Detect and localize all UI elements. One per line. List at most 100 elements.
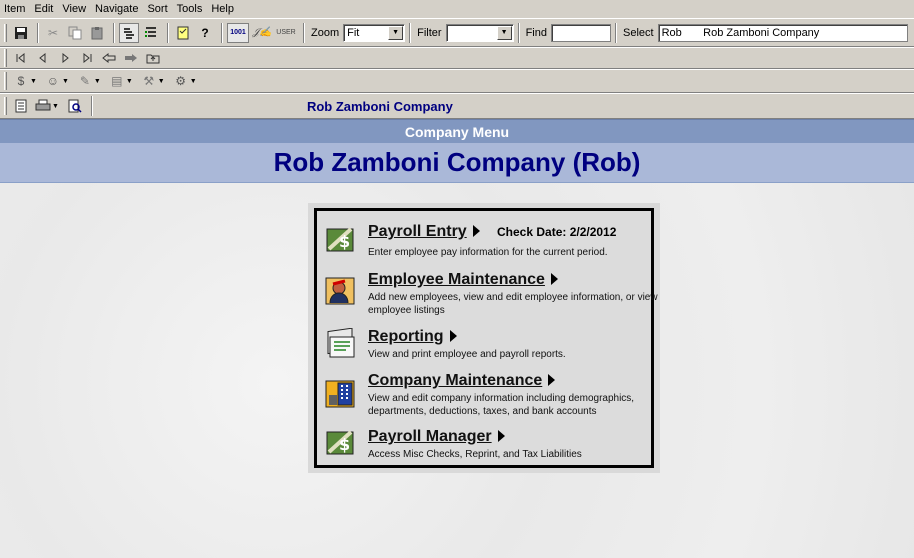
menu-item-employee-maintenance[interactable]: Employee Maintenance Add new employees, … (325, 271, 658, 317)
utilities-icon[interactable]: ⚙ (171, 71, 191, 91)
toolbar-separator (167, 22, 169, 43)
menu-item-title[interactable]: Employee Maintenance (368, 271, 558, 289)
zoom-value: Fit (347, 26, 360, 39)
toolbar-separator (303, 22, 305, 43)
print-preview-icon[interactable] (65, 96, 85, 116)
help-icon[interactable]: ? (195, 23, 215, 43)
arrow-right-icon (548, 374, 556, 386)
report-icon (327, 328, 355, 358)
select-label: Select (622, 26, 654, 39)
print-toolbar: ▼ Rob Zamboni Company (0, 93, 914, 119)
up-folder-icon[interactable] (143, 48, 163, 68)
toolbar-separator (90, 96, 93, 116)
number-1001-button[interactable]: 1001 (227, 22, 249, 43)
company-building-icon (325, 380, 355, 408)
menu-item-company-maintenance[interactable]: Company Maintenance View and edit compan… (325, 372, 655, 418)
find-input[interactable] (550, 23, 611, 42)
cut-icon[interactable]: ✂ (43, 23, 63, 43)
menu-item-title[interactable]: Payroll Manager (368, 428, 505, 446)
chevron-down-icon[interactable]: ▼ (388, 25, 404, 40)
menu-bar: Item Edit View Navigate Sort Tools Help (0, 0, 914, 18)
main-toolbar: ✂ ? 1001 𝒥✍ USER Zoom Fit ▼ Filter ▼ Fin… (0, 18, 914, 47)
previous-record-icon[interactable] (33, 48, 53, 68)
chevron-down-icon[interactable]: ▼ (190, 78, 197, 85)
printer-icon[interactable] (33, 96, 53, 116)
menu-item-description: View and edit company information includ… (368, 393, 635, 417)
filter-select[interactable]: ▼ (445, 23, 514, 42)
payroll-manager-title[interactable]: Payroll Manager (368, 428, 492, 445)
menu-item-help[interactable]: Help (207, 0, 239, 18)
toolbar-grip[interactable] (4, 97, 7, 115)
toolbar-separator (517, 22, 520, 43)
modules-toolbar: $ ▼ ☺ ▼ ✎ ▼ ▤ ▼ ⚒ ▼ ⚙ ▼ (0, 69, 914, 93)
payroll-money-icon[interactable]: $ (11, 71, 31, 91)
menu-item-edit[interactable]: Edit (30, 0, 58, 18)
arrow-right-icon (449, 330, 457, 342)
check-date: Check Date: 2/2/2012 (497, 225, 617, 239)
menu-item-title[interactable]: Payroll Entry (368, 223, 480, 241)
toolbar-company-name: Rob Zamboni Company (306, 98, 453, 114)
company-maintenance-title[interactable]: Company Maintenance (368, 372, 542, 389)
chevron-down-icon[interactable]: ▼ (496, 25, 512, 40)
toolbar-grip[interactable] (4, 49, 7, 67)
employee-icon[interactable]: ☺ (43, 71, 63, 91)
menu-item-reporting[interactable]: Reporting View and print employee and pa… (325, 328, 655, 364)
menu-item-description: Enter employee pay information for the c… (368, 247, 608, 258)
back-arrow-icon[interactable] (99, 48, 119, 68)
navigation-toolbar (0, 47, 914, 69)
document-list-icon[interactable] (11, 96, 31, 116)
menu-item-item[interactable]: Item (0, 0, 30, 18)
menu-item-payroll-entry[interactable]: $ Payroll Entry Check Date: 2/2/2012 Ent… (325, 223, 655, 263)
menu-item-title[interactable]: Company Maintenance (368, 372, 556, 390)
payroll-entry-title[interactable]: Payroll Entry (368, 223, 467, 240)
toolbar-separator (37, 22, 39, 43)
copy-icon[interactable] (65, 23, 85, 43)
svg-text:$: $ (339, 232, 350, 251)
menu-item-description: Add new employees, view and edit employe… (368, 292, 658, 316)
first-record-icon[interactable] (11, 48, 31, 68)
zoom-select[interactable]: Fit ▼ (343, 23, 406, 42)
arrow-right-icon (550, 273, 558, 285)
menu-item-tools[interactable]: Tools (173, 0, 208, 18)
outline-list-icon[interactable] (119, 22, 139, 43)
signature-icon[interactable]: 𝒥✍ (251, 23, 273, 43)
toolbar-separator (614, 22, 617, 43)
chevron-down-icon[interactable]: ▼ (158, 78, 165, 85)
tree-list-icon[interactable] (141, 23, 161, 43)
chevron-down-icon[interactable]: ▼ (62, 78, 69, 85)
menu-item-title[interactable]: Reporting (368, 328, 457, 346)
forward-arrow-icon[interactable] (121, 48, 141, 68)
payroll-money-icon: $ (326, 227, 354, 252)
arrow-right-icon (472, 225, 480, 237)
svg-text:$: $ (339, 435, 350, 454)
reporting-title[interactable]: Reporting (368, 328, 444, 345)
report-icon[interactable]: ▤ (107, 71, 127, 91)
chevron-down-icon[interactable]: ▼ (30, 78, 37, 85)
employee-icon (325, 277, 355, 305)
select-input[interactable]: Rob Rob Zamboni Company (657, 23, 908, 42)
user-button[interactable]: USER (275, 23, 297, 43)
toolbar-grip[interactable] (4, 23, 7, 42)
filter-label: Filter (417, 26, 442, 39)
menu-item-sort[interactable]: Sort (143, 0, 172, 18)
toolbar-separator (409, 22, 412, 43)
menu-item-payroll-manager[interactable]: $ Payroll Manager Access Misc Checks, Re… (325, 428, 655, 464)
tools-icon[interactable]: ⚒ (139, 71, 159, 91)
toolbar-separator (113, 22, 115, 43)
menu-item-navigate[interactable]: Navigate (91, 0, 143, 18)
company-title: Rob Zamboni Company (Rob) (0, 143, 914, 183)
chevron-down-icon[interactable]: ▼ (52, 103, 59, 110)
save-icon[interactable] (11, 23, 31, 43)
chevron-down-icon[interactable]: ▼ (126, 78, 133, 85)
pen-icon[interactable]: ✎ (75, 71, 95, 91)
menu-item-description: View and print employee and payroll repo… (368, 349, 566, 360)
toolbar-grip[interactable] (4, 72, 7, 90)
menu-item-view[interactable]: View (58, 0, 91, 18)
chevron-down-icon[interactable]: ▼ (94, 78, 101, 85)
edit-note-icon[interactable] (173, 23, 193, 43)
last-record-icon[interactable] (77, 48, 97, 68)
employee-maintenance-title[interactable]: Employee Maintenance (368, 271, 545, 288)
paste-icon[interactable] (87, 23, 107, 43)
next-record-icon[interactable] (55, 48, 75, 68)
arrow-right-icon (497, 430, 505, 442)
